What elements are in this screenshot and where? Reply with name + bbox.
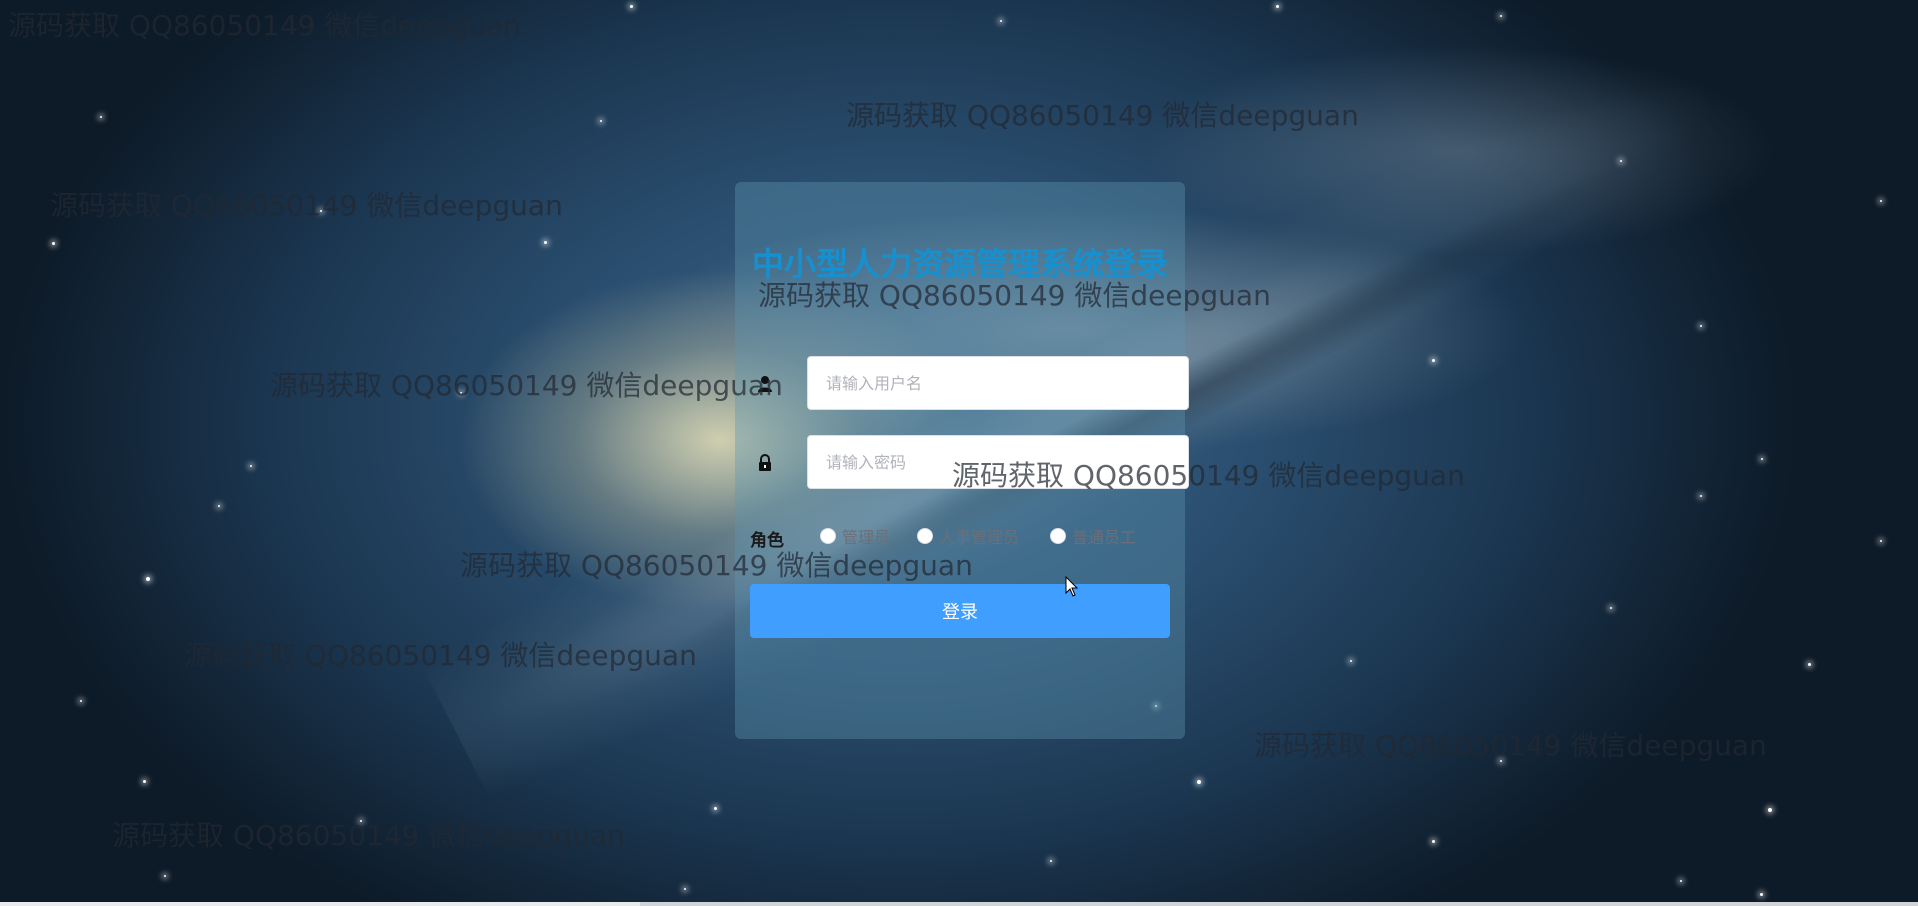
watermark-text: 源码获取 QQ86050149 微信deepguan — [184, 639, 697, 672]
star — [1768, 808, 1772, 812]
star — [1432, 359, 1435, 362]
role-option-label: 管理员 — [842, 528, 891, 547]
mouse-pointer-icon — [1065, 576, 1079, 597]
star — [1680, 880, 1682, 882]
watermark-text: 源码获取 QQ86050149 微信deepguan — [846, 99, 1359, 132]
star — [714, 807, 717, 810]
radio-circle[interactable] — [1050, 528, 1066, 544]
star — [52, 242, 55, 245]
star — [1197, 780, 1201, 784]
star — [250, 465, 252, 467]
star — [100, 116, 102, 118]
star — [1700, 495, 1702, 497]
star — [218, 505, 220, 507]
star — [684, 888, 686, 890]
role-option-label: 普通员工 — [1072, 528, 1137, 547]
star — [600, 120, 602, 122]
star — [1050, 860, 1052, 862]
watermark-text: 源码获取 QQ86050149 微信deepguan — [270, 369, 783, 402]
star — [1610, 607, 1612, 609]
star — [1761, 458, 1763, 460]
login-title: 中小型人力资源管理系统登录 — [751, 245, 1168, 283]
star — [1700, 325, 1702, 327]
username-row — [755, 356, 1189, 412]
role-radio-employee[interactable]: 普通员工 — [1050, 524, 1136, 548]
star — [1880, 540, 1882, 542]
star — [1432, 840, 1435, 843]
password-row — [755, 435, 1189, 491]
star — [630, 5, 633, 8]
radio-circle[interactable] — [917, 528, 933, 544]
role-selector: 角色 管理员 人事管理员 普通员工 — [750, 522, 1170, 552]
star — [143, 780, 146, 783]
radio-circle[interactable] — [820, 528, 836, 544]
user-icon — [755, 374, 777, 394]
username-input[interactable] — [807, 356, 1189, 410]
login-panel: 中小型人力资源管理系统登录 角色 管理员 人事管理员 — [735, 182, 1189, 739]
star — [544, 241, 547, 244]
watermark-text: 源码获取 QQ86050149 微信deepguan — [8, 9, 521, 42]
star — [1620, 160, 1622, 162]
star — [1350, 660, 1352, 662]
star — [1880, 200, 1882, 202]
star — [360, 820, 362, 822]
star — [1000, 20, 1002, 22]
star — [460, 392, 462, 394]
star — [1500, 15, 1502, 17]
star — [320, 210, 322, 212]
star — [80, 700, 82, 702]
star — [146, 577, 150, 581]
watermark-text: 源码获取 QQ86050149 微信deepguan — [112, 819, 625, 852]
role-radio-admin[interactable]: 管理员 — [820, 524, 890, 548]
watermark-text: 源码获取 QQ86050149 微信deepguan — [1254, 729, 1767, 762]
role-option-label: 人事管理员 — [939, 528, 1020, 547]
role-label: 角色 — [750, 531, 784, 551]
star — [1808, 663, 1811, 666]
login-button[interactable]: 登录 — [750, 584, 1170, 638]
star — [1276, 5, 1279, 8]
horizontal-scrollbar-thumb[interactable] — [0, 902, 640, 906]
watermark-text: 源码获取 QQ86050149 微信deepguan — [50, 189, 563, 222]
star — [164, 875, 166, 877]
role-radio-hr-admin[interactable]: 人事管理员 — [917, 524, 1019, 548]
star — [1760, 893, 1763, 896]
star — [1500, 760, 1502, 762]
lock-icon — [755, 453, 777, 473]
password-input[interactable] — [807, 435, 1189, 489]
